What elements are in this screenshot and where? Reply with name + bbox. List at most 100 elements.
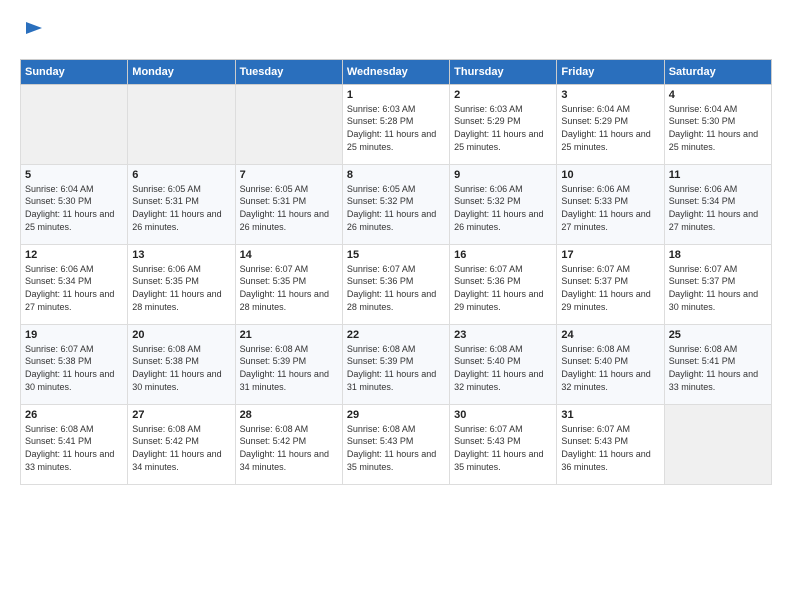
day-info: Sunrise: 6:07 AMSunset: 5:36 PMDaylight:… [347,263,445,313]
calendar-cell: 3 Sunrise: 6:04 AMSunset: 5:29 PMDaylight… [557,84,664,164]
calendar-cell: 28 Sunrise: 6:08 AMSunset: 5:42 PMDayligh… [235,404,342,484]
day-number: 24 [561,329,659,341]
day-number: 25 [669,329,767,341]
day-number: 3 [561,89,659,101]
day-number: 31 [561,409,659,421]
calendar-cell: 5 Sunrise: 6:04 AMSunset: 5:30 PMDaylight… [21,164,128,244]
calendar-cell: 21 Sunrise: 6:08 AMSunset: 5:39 PMDayligh… [235,324,342,404]
calendar-cell: 6 Sunrise: 6:05 AMSunset: 5:31 PMDaylight… [128,164,235,244]
calendar-cell: 2 Sunrise: 6:03 AMSunset: 5:29 PMDaylight… [450,84,557,164]
day-number: 5 [25,169,123,181]
calendar-cell: 18Sunrise: 6:07 AMSunset: 5:37 PMDayligh… [664,244,771,324]
day-info: Sunrise: 6:05 AMSunset: 5:32 PMDaylight:… [347,183,445,233]
day-number: 6 [132,169,230,181]
day-number: 26 [25,409,123,421]
day-number: 13 [132,249,230,261]
day-info: Sunrise: 6:03 AMSunset: 5:29 PMDaylight:… [454,103,552,153]
calendar-header-sunday: Sunday [21,59,128,84]
day-number: 15 [347,249,445,261]
calendar-header-wednesday: Wednesday [342,59,449,84]
day-info: Sunrise: 6:08 AMSunset: 5:39 PMDaylight:… [240,343,338,393]
calendar-cell [235,84,342,164]
calendar-header-row: SundayMondayTuesdayWednesdayThursdayFrid… [21,59,772,84]
day-info: Sunrise: 6:06 AMSunset: 5:33 PMDaylight:… [561,183,659,233]
calendar-week-row: 19 Sunrise: 6:07 AMSunset: 5:38 PMDayligh… [21,324,772,404]
day-info: Sunrise: 6:08 AMSunset: 5:40 PMDaylight:… [561,343,659,393]
day-info: Sunrise: 6:08 AMSunset: 5:41 PMDaylight:… [25,423,123,473]
day-number: 21 [240,329,338,341]
day-number: 20 [132,329,230,341]
day-info: Sunrise: 6:06 AMSunset: 5:34 PMDaylight:… [669,183,767,233]
day-number: 2 [454,89,552,101]
day-info: Sunrise: 6:08 AMSunset: 5:42 PMDaylight:… [132,423,230,473]
calendar-cell: 31 Sunrise: 6:07 AMSunset: 5:43 PMDayligh… [557,404,664,484]
day-info: Sunrise: 6:08 AMSunset: 5:42 PMDaylight:… [240,423,338,473]
day-info: Sunrise: 6:08 AMSunset: 5:38 PMDaylight:… [132,343,230,393]
calendar-cell: 23 Sunrise: 6:08 AMSunset: 5:40 PMDayligh… [450,324,557,404]
calendar-header-friday: Friday [557,59,664,84]
calendar-week-row: 5 Sunrise: 6:04 AMSunset: 5:30 PMDaylight… [21,164,772,244]
day-number: 1 [347,89,445,101]
day-info: Sunrise: 6:07 AMSunset: 5:43 PMDaylight:… [561,423,659,473]
day-info: Sunrise: 6:08 AMSunset: 5:40 PMDaylight:… [454,343,552,393]
day-number: 27 [132,409,230,421]
day-info: Sunrise: 6:05 AMSunset: 5:31 PMDaylight:… [132,183,230,233]
day-number: 30 [454,409,552,421]
calendar-cell: 13 Sunrise: 6:06 AMSunset: 5:35 PMDayligh… [128,244,235,324]
day-info: Sunrise: 6:07 AMSunset: 5:38 PMDaylight:… [25,343,123,393]
calendar-cell: 1Sunrise: 6:03 AMSunset: 5:28 PMDaylight… [342,84,449,164]
logo [20,20,46,49]
day-info: Sunrise: 6:08 AMSunset: 5:43 PMDaylight:… [347,423,445,473]
calendar-cell: 24 Sunrise: 6:08 AMSunset: 5:40 PMDayligh… [557,324,664,404]
calendar-cell: 14 Sunrise: 6:07 AMSunset: 5:35 PMDayligh… [235,244,342,324]
calendar-week-row: 26 Sunrise: 6:08 AMSunset: 5:41 PMDayligh… [21,404,772,484]
day-number: 4 [669,89,767,101]
calendar-cell: 19 Sunrise: 6:07 AMSunset: 5:38 PMDayligh… [21,324,128,404]
day-info: Sunrise: 6:07 AMSunset: 5:36 PMDaylight:… [454,263,552,313]
day-number: 12 [25,249,123,261]
day-number: 9 [454,169,552,181]
day-number: 28 [240,409,338,421]
day-info: Sunrise: 6:04 AMSunset: 5:29 PMDaylight:… [561,103,659,153]
calendar-cell: 9 Sunrise: 6:06 AMSunset: 5:32 PMDaylight… [450,164,557,244]
day-info: Sunrise: 6:07 AMSunset: 5:35 PMDaylight:… [240,263,338,313]
day-number: 7 [240,169,338,181]
calendar-cell: 4 Sunrise: 6:04 AMSunset: 5:30 PMDaylight… [664,84,771,164]
day-number: 22 [347,329,445,341]
day-number: 19 [25,329,123,341]
day-number: 16 [454,249,552,261]
day-info: Sunrise: 6:08 AMSunset: 5:39 PMDaylight:… [347,343,445,393]
day-info: Sunrise: 6:08 AMSunset: 5:41 PMDaylight:… [669,343,767,393]
calendar-week-row: 1Sunrise: 6:03 AMSunset: 5:28 PMDaylight… [21,84,772,164]
calendar-cell [21,84,128,164]
calendar-week-row: 12 Sunrise: 6:06 AMSunset: 5:34 PMDayligh… [21,244,772,324]
calendar-cell: 17 Sunrise: 6:07 AMSunset: 5:37 PMDayligh… [557,244,664,324]
day-info: Sunrise: 6:04 AMSunset: 5:30 PMDaylight:… [25,183,123,233]
day-info: Sunrise: 6:04 AMSunset: 5:30 PMDaylight:… [669,103,767,153]
day-info: Sunrise: 6:06 AMSunset: 5:34 PMDaylight:… [25,263,123,313]
calendar-table: SundayMondayTuesdayWednesdayThursdayFrid… [20,59,772,485]
calendar-cell: 16 Sunrise: 6:07 AMSunset: 5:36 PMDayligh… [450,244,557,324]
calendar-cell: 25 Sunrise: 6:08 AMSunset: 5:41 PMDayligh… [664,324,771,404]
day-number: 10 [561,169,659,181]
calendar-cell: 26 Sunrise: 6:08 AMSunset: 5:41 PMDayligh… [21,404,128,484]
day-info: Sunrise: 6:06 AMSunset: 5:32 PMDaylight:… [454,183,552,233]
calendar-cell: 10 Sunrise: 6:06 AMSunset: 5:33 PMDayligh… [557,164,664,244]
calendar-cell: 29 Sunrise: 6:08 AMSunset: 5:43 PMDayligh… [342,404,449,484]
calendar-cell: 8 Sunrise: 6:05 AMSunset: 5:32 PMDaylight… [342,164,449,244]
day-info: Sunrise: 6:06 AMSunset: 5:35 PMDaylight:… [132,263,230,313]
day-info: Sunrise: 6:05 AMSunset: 5:31 PMDaylight:… [240,183,338,233]
calendar-cell: 12 Sunrise: 6:06 AMSunset: 5:34 PMDayligh… [21,244,128,324]
logo-flag-icon [22,20,46,44]
day-number: 29 [347,409,445,421]
day-number: 17 [561,249,659,261]
calendar-cell: 27 Sunrise: 6:08 AMSunset: 5:42 PMDayligh… [128,404,235,484]
calendar-cell: 22 Sunrise: 6:08 AMSunset: 5:39 PMDayligh… [342,324,449,404]
day-number: 8 [347,169,445,181]
day-info: Sunrise: 6:07 AMSunset: 5:37 PMDaylight:… [669,263,767,313]
day-number: 23 [454,329,552,341]
header [20,20,772,49]
day-number: 14 [240,249,338,261]
day-info: Sunrise: 6:07 AMSunset: 5:37 PMDaylight:… [561,263,659,313]
calendar-cell: 11Sunrise: 6:06 AMSunset: 5:34 PMDayligh… [664,164,771,244]
